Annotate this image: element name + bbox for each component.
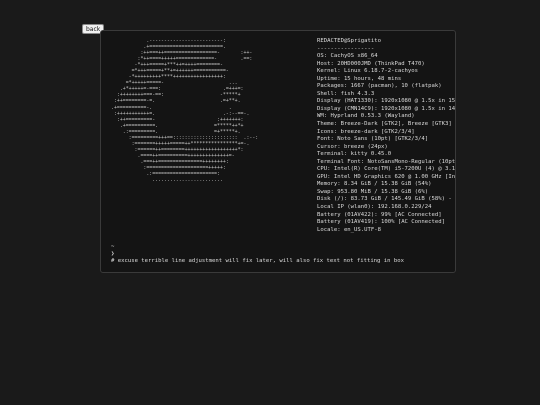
- info-line: CPU: Intel(R) Core(TM) i5-7200U (4) @ 3.…: [317, 166, 456, 173]
- info-line: Terminal: kitty 0.45.0: [317, 151, 392, 158]
- info-line: Local IP (wlan0): 192.168.0.229/24: [317, 204, 432, 211]
- info-line: Battery (01AV422): 99% [AC Connected]: [317, 211, 442, 218]
- info-line: Packages: 1667 (pacman), 10 (flatpak): [317, 83, 442, 90]
- terminal-window[interactable]: .-------------------------: .+==========…: [100, 30, 456, 273]
- info-line: WM: Hyprland 0.53.3 (Wayland): [317, 113, 415, 120]
- info-line: OS: CachyOS x86_64: [317, 53, 378, 60]
- info-line: Host: 20HD000JMD (ThinkPad T470): [317, 60, 425, 67]
- info-line: Display (HAT1330): 1920x1080 @ 1.5x in 1…: [317, 98, 456, 105]
- info-line: Cursor: breeze (24px): [317, 143, 388, 150]
- info-line: Disk (/): 83.73 GiB / 145.49 GiB (58%) -…: [317, 196, 455, 203]
- info-line: Shell: fish 4.3.3: [317, 90, 375, 97]
- system-info-list: REDACTED@Sprigatito ----------------- OS: …: [317, 38, 456, 234]
- separator-line: -----------------: [317, 45, 375, 52]
- info-line: Uptime: 15 hours, 48 mins: [317, 75, 402, 82]
- prompt-line: ~: [111, 244, 115, 250]
- prompt-line: ❯: [111, 251, 115, 258]
- info-line: Theme: Breeze-Dark [GTK2], Breeze [GTK3]: [317, 121, 452, 128]
- info-line: Icons: breeze-dark [GTK2/3/4]: [317, 128, 415, 135]
- info-line: Swap: 953.80 MiB / 15.38 GiB (6%): [317, 188, 429, 195]
- info-line: Font: Noto Sans (10pt) [GTK2/3/4]: [317, 136, 429, 143]
- info-line: Locale: en_US.UTF-8: [317, 226, 381, 233]
- shell-prompt[interactable]: ~ ❯ # excuse terrible line adjustment will…: [111, 244, 404, 266]
- info-line: Battery (01AV419): 100% [AC Connected]: [317, 219, 445, 226]
- ascii-logo: .-------------------------: .+==========…: [111, 38, 258, 183]
- command-line: # excuse terrible line adjustment will f…: [111, 258, 404, 265]
- info-line: GPU: Intel HD Graphics 620 @ 1.00 GHz [I…: [317, 173, 456, 180]
- user-host: REDACTED@Sprigatito: [317, 38, 381, 44]
- info-line: Memory: 8.34 GiB / 15.38 GiB (54%): [317, 181, 432, 188]
- info-line: Kernel: Linux 6.18.7-2-cachyos: [317, 68, 419, 75]
- info-line: Display (CMN14C9): 1920x1080 @ 1.5x in 1…: [317, 105, 456, 112]
- logo-line: ........................: [111, 177, 223, 184]
- info-line: Terminal Font: NotoSansMono-Regular (10p…: [317, 158, 456, 165]
